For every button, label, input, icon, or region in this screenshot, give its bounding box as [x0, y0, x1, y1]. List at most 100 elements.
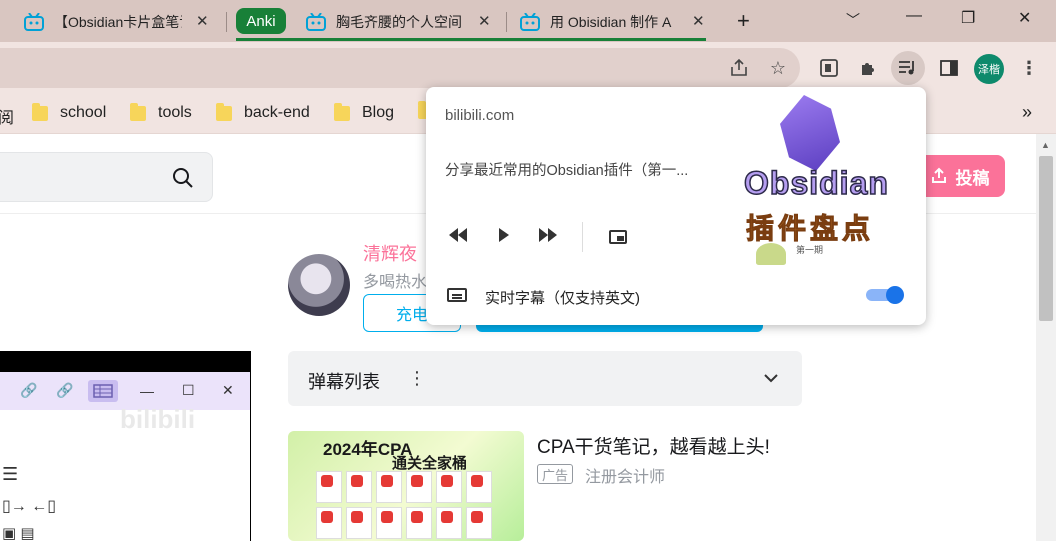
- media-control-button[interactable]: [891, 51, 925, 85]
- media-artwork: Obsidian 插件盘点 第一期: [738, 95, 906, 267]
- close-tab-icon[interactable]: ✕: [478, 12, 491, 30]
- tab-title: 用 Obisidian 制作 A: [550, 14, 672, 30]
- upload-label: 投稿: [955, 168, 990, 188]
- ad-thumb-line2: 通关全家桶: [392, 455, 468, 472]
- live-caption-label: 实时字幕（仅支持英文): [485, 290, 640, 307]
- obsidian-logo-icon: [780, 95, 840, 171]
- bookmarks-overflow-icon[interactable]: »: [1022, 102, 1032, 123]
- table-icon[interactable]: [88, 380, 118, 402]
- address-bar[interactable]: [0, 48, 800, 88]
- close-tab-icon[interactable]: ✕: [196, 12, 209, 30]
- tab-title: 胸毛齐腰的个人空间: [336, 14, 462, 30]
- close-window-button[interactable]: ✕: [1018, 8, 1031, 28]
- upload-button[interactable]: 投稿: [914, 155, 1005, 197]
- pdf-icon: [466, 471, 492, 503]
- bookmark-folder-school[interactable]: school: [32, 102, 106, 122]
- minimize-button[interactable]: —: [906, 7, 922, 25]
- ad-thumbnail[interactable]: 2024年CPA 通关全家桶: [288, 431, 524, 541]
- bilibili-icon: [520, 13, 540, 31]
- bookmark-folder-blog[interactable]: Blog: [334, 102, 395, 122]
- ad-title[interactable]: CPA干货笔记，越看越上头!: [537, 432, 770, 459]
- pdf-icon: [406, 507, 432, 539]
- bilibili-icon: [306, 13, 326, 31]
- tab-personal-space[interactable]: 胸毛齐腰的个人空间 ✕: [306, 6, 496, 38]
- folder-icon: [32, 102, 48, 121]
- rewind-icon[interactable]: [448, 228, 468, 242]
- tab-obsidian-card[interactable]: 【Obsidian卡片盒笔记 ✕: [24, 6, 214, 38]
- pdf-icon: [316, 471, 342, 503]
- tab-group-underline: [236, 38, 706, 41]
- bookmark-folder-back-end[interactable]: back-end: [216, 102, 310, 122]
- folder-icon: [334, 102, 350, 121]
- uploader-description: 多喝热水: [363, 274, 428, 291]
- ad-advertiser[interactable]: 注册会计师: [585, 463, 665, 487]
- side-panel-icon[interactable]: [938, 57, 960, 79]
- pdf-icon: [376, 471, 402, 503]
- media-control-icon: [899, 61, 914, 75]
- tab-separator: [506, 12, 507, 32]
- document-icon[interactable]: ▣ ▤: [2, 524, 35, 541]
- fast-forward-icon[interactable]: [538, 228, 558, 242]
- bookmark-label: Blog: [362, 104, 395, 121]
- pdf-icon: [436, 471, 462, 503]
- pdf-icon: [466, 507, 492, 539]
- plant-decoration: [756, 243, 786, 265]
- tab-obsidian-make[interactable]: 用 Obisidian 制作 A ✕: [520, 6, 720, 38]
- ad-thumb-docs: [316, 471, 496, 539]
- tab-strip: 【Obsidian卡片盒笔记 ✕ Anki 胸毛齐腰的个人空间 ✕ 用 Obis…: [0, 0, 1056, 42]
- tab-title: 【Obsidian卡片盒笔记: [54, 14, 182, 30]
- new-tab-button[interactable]: +: [737, 8, 750, 34]
- tab-separator: [226, 12, 227, 32]
- picture-in-picture-icon[interactable]: [609, 230, 627, 244]
- media-track-title: 分享最近常用的Obsidian插件（第一...: [445, 163, 689, 179]
- uploader-avatar[interactable]: [288, 254, 350, 316]
- menu-kebab-icon[interactable]: ⋮: [1018, 57, 1040, 79]
- play-icon[interactable]: [498, 228, 510, 242]
- bookmark-label: 阅: [0, 110, 15, 127]
- artwork-brand-text: Obsidian: [743, 164, 889, 202]
- folder-icon: [216, 102, 232, 121]
- reader-extension-icon[interactable]: [818, 57, 840, 79]
- mini-minimize-icon[interactable]: —: [140, 383, 154, 399]
- scrollbar-thumb[interactable]: [1039, 156, 1053, 321]
- ad-badge: 广告: [537, 464, 574, 484]
- danmaku-list-header[interactable]: 弹幕列表 ⋮: [288, 351, 802, 406]
- live-caption-toggle[interactable]: [866, 286, 904, 304]
- search-input[interactable]: [0, 152, 213, 202]
- bookmark-item[interactable]: 阅: [0, 104, 14, 128]
- restore-button[interactable]: ❐: [961, 8, 975, 28]
- bilibili-icon: [24, 13, 44, 31]
- tab-search-icon[interactable]: ﹀: [846, 10, 860, 30]
- more-options-icon[interactable]: ⋮: [408, 368, 426, 389]
- chevron-down-icon[interactable]: [764, 373, 778, 383]
- danmaku-list-title: 弹幕列表: [308, 372, 380, 392]
- link-icon[interactable]: 🔗: [20, 382, 37, 399]
- pdf-icon: [346, 471, 372, 503]
- pdf-icon: [376, 507, 402, 539]
- link-icon[interactable]: 🔗: [56, 382, 73, 399]
- bookmark-star-icon[interactable]: ☆: [767, 57, 789, 79]
- share-icon[interactable]: [728, 57, 750, 79]
- expand-collapse-icon[interactable]: ▯→ ←▯: [2, 496, 56, 516]
- toggle-knob: [886, 286, 904, 304]
- mini-close-icon[interactable]: ✕: [222, 382, 234, 399]
- search-icon[interactable]: [172, 167, 194, 189]
- uploader-name[interactable]: 清辉夜: [363, 240, 417, 266]
- bookmark-folder-tools[interactable]: tools: [130, 102, 192, 122]
- folder-icon: [130, 102, 146, 121]
- artwork-small-text: 第一期: [796, 245, 824, 255]
- extensions-puzzle-icon[interactable]: [857, 57, 879, 79]
- upload-icon: [931, 167, 946, 183]
- pdf-icon: [436, 507, 462, 539]
- scroll-up-arrow-icon[interactable]: ▲: [1041, 140, 1050, 150]
- global-media-controls-popup: bilibili.com 分享最近常用的Obsidian插件（第一... Obs…: [426, 87, 926, 325]
- tab-group-anki[interactable]: Anki: [236, 8, 286, 34]
- mini-maximize-icon[interactable]: ☐: [182, 382, 195, 399]
- pdf-icon: [406, 471, 432, 503]
- pdf-icon: [316, 507, 342, 539]
- close-tab-icon[interactable]: ✕: [692, 12, 705, 30]
- bookmark-label: back-end: [244, 104, 310, 121]
- list-icon[interactable]: ☰: [2, 464, 18, 485]
- profile-avatar[interactable]: 泽楷: [974, 54, 1004, 84]
- bookmark-label: tools: [158, 104, 192, 121]
